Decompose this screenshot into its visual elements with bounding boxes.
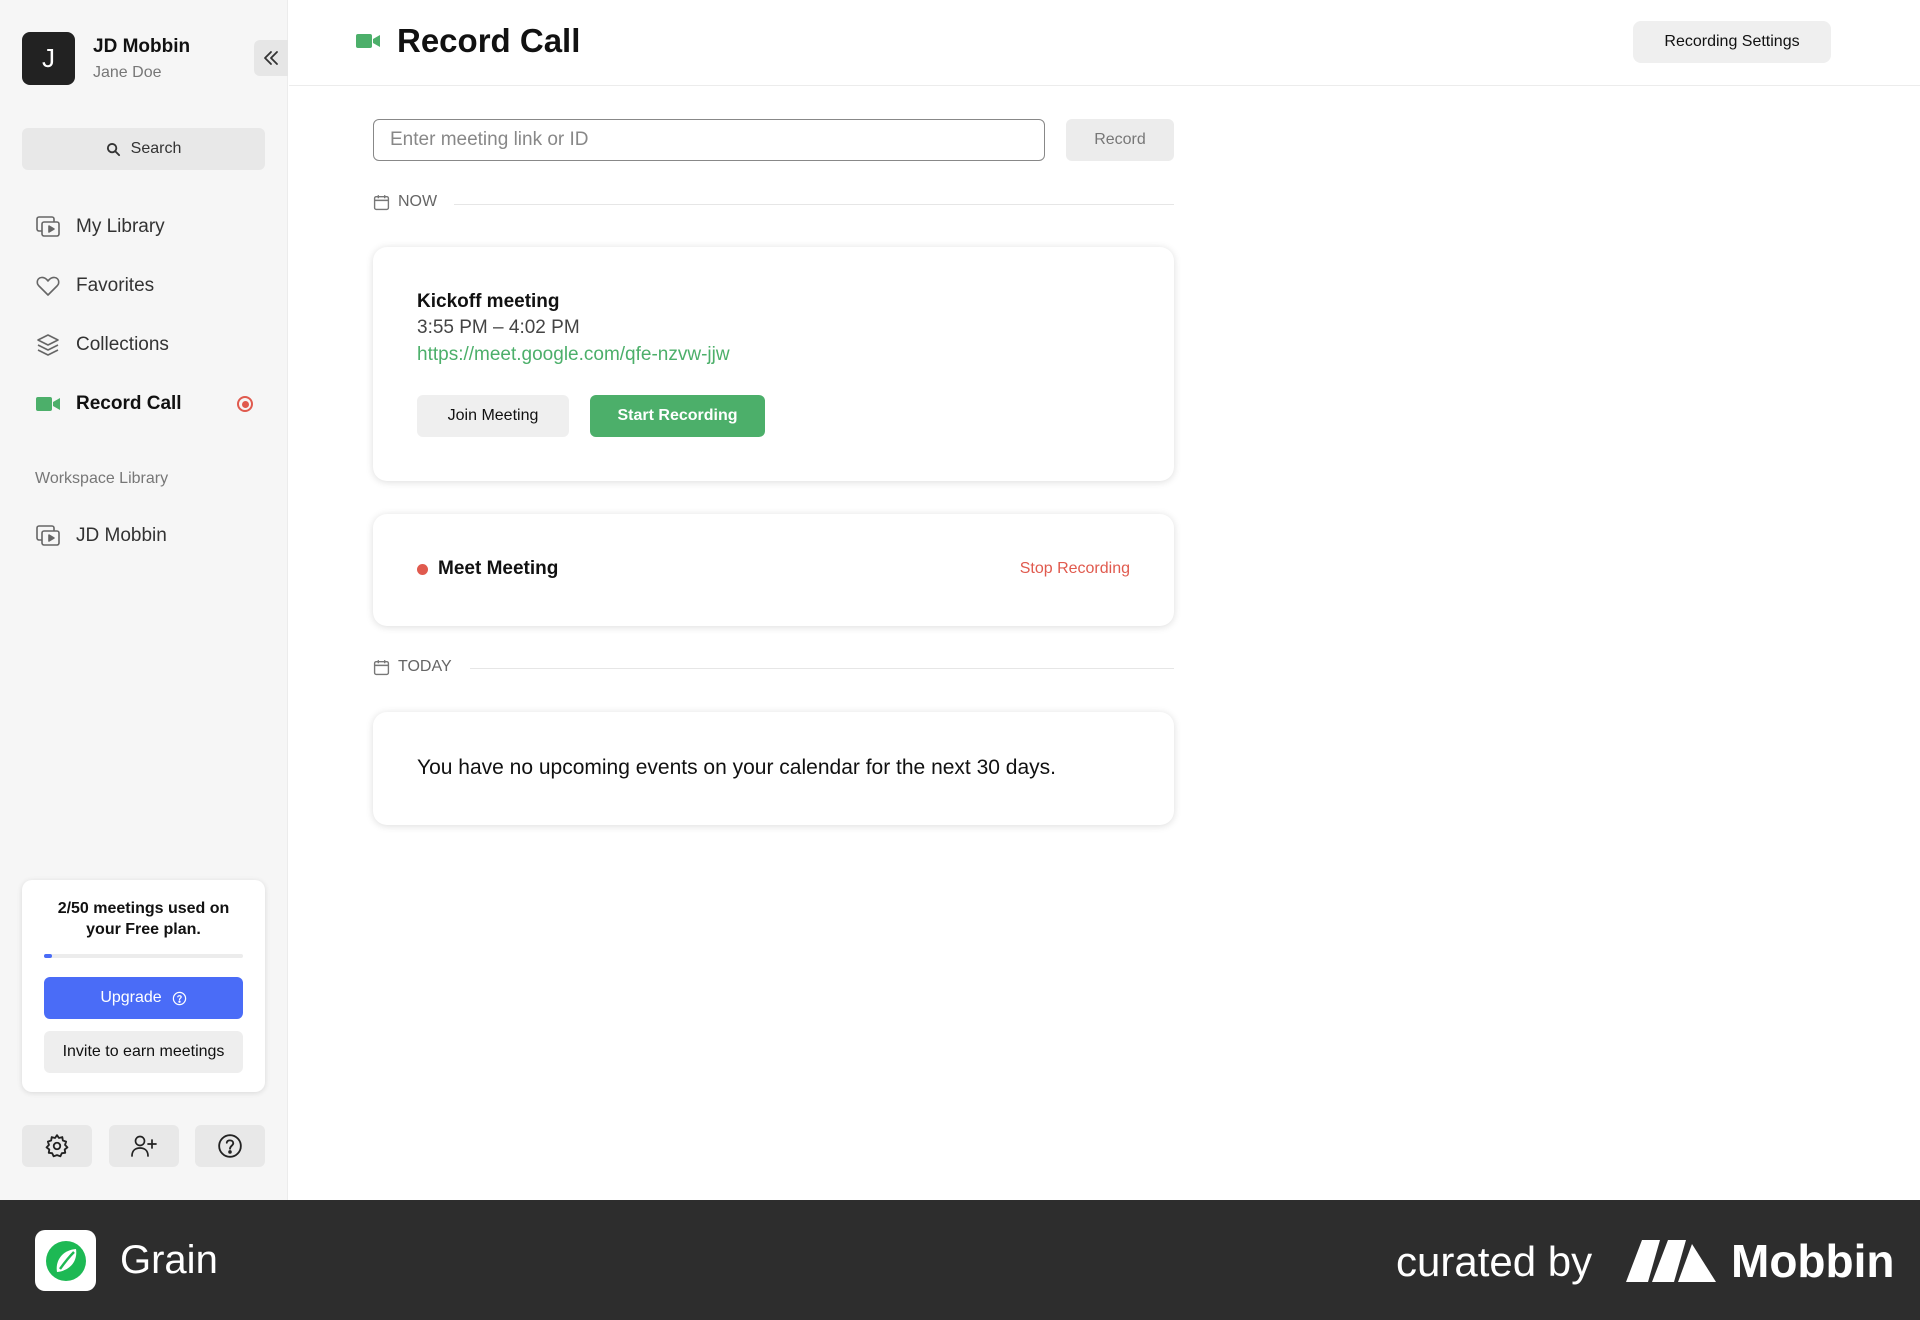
search-icon: [106, 142, 120, 156]
sidebar-item-my-library[interactable]: My Library: [22, 197, 265, 256]
sidebar-footer-actions: [22, 1125, 265, 1167]
sidebar-item-label: Record Call: [76, 392, 182, 414]
plan-usage-bar: [44, 954, 243, 958]
upgrade-button[interactable]: Upgrade: [44, 977, 243, 1019]
sidebar-item-label: My Library: [76, 215, 165, 237]
section-divider: [454, 204, 1174, 205]
layers-icon: [34, 331, 62, 359]
invite-user-button[interactable]: [108, 1125, 179, 1167]
sidebar-item-label: Favorites: [76, 274, 155, 296]
upgrade-label: Upgrade: [100, 989, 162, 1006]
start-recording-button[interactable]: Start Recording: [590, 395, 765, 437]
calendar-icon: [373, 659, 390, 675]
chevrons-left-icon: [264, 51, 278, 65]
meeting-link[interactable]: https://meet.google.com/qfe-nzvw-jjw: [417, 344, 730, 366]
sidebar-item-favorites[interactable]: Favorites: [22, 256, 265, 315]
sidebar-item-collections[interactable]: Collections: [22, 315, 265, 374]
workspace-nav: JD Mobbin: [22, 506, 265, 565]
meeting-title: Meet Meeting: [438, 558, 559, 579]
mobbin-logo: [1626, 1240, 1716, 1282]
settings-button[interactable]: [22, 1125, 92, 1167]
app-name: Grain: [120, 1238, 218, 1282]
header: Record Call Recording Settings: [289, 0, 1920, 86]
recording-dot-icon: [417, 564, 428, 575]
sidebar-item-record-call[interactable]: Record Call: [22, 374, 265, 433]
footer-banner: Grain curated by Mobbin: [0, 1200, 1920, 1320]
empty-calendar-card: You have no upcoming events on your cale…: [373, 712, 1174, 825]
search-button[interactable]: Search: [22, 128, 265, 170]
workspace-library-heading: Workspace Library: [35, 470, 169, 487]
join-meeting-button[interactable]: Join Meeting: [417, 395, 569, 437]
profile-subtitle: Jane Doe: [93, 63, 162, 81]
recording-settings-button[interactable]: Recording Settings: [1633, 21, 1831, 63]
search-label: Search: [130, 140, 182, 157]
kickoff-meeting-card: Kickoff meeting 3:55 PM – 4:02 PM https:…: [373, 247, 1174, 481]
library-icon: [34, 213, 62, 241]
library-icon: [34, 522, 62, 550]
stop-recording-button[interactable]: Stop Recording: [1020, 560, 1130, 578]
help-circle-icon: [172, 991, 186, 1005]
calendar-icon: [373, 194, 390, 210]
plan-usage-text: 2/50 meetings used on your Free plan.: [57, 900, 230, 938]
gear-icon: [45, 1134, 69, 1158]
meeting-time: 3:55 PM – 4:02 PM: [417, 317, 580, 338]
record-button[interactable]: Record: [1066, 119, 1174, 161]
user-plus-icon: [130, 1135, 157, 1157]
collapse-sidebar-button[interactable]: [254, 40, 288, 76]
mobbin-wordmark: Mobbin: [1731, 1235, 1895, 1287]
video-camera-icon: [356, 34, 380, 48]
video-camera-icon: [34, 390, 62, 418]
plan-usage-card: 2/50 meetings used on your Free plan. Up…: [22, 880, 265, 1092]
sidebar-item-workspace-jd-mobbin[interactable]: JD Mobbin: [22, 506, 265, 565]
sidebar-item-label: JD Mobbin: [76, 524, 167, 546]
section-now-heading: NOW: [373, 193, 437, 211]
active-recording-card: Meet Meeting Stop Recording: [373, 514, 1174, 626]
sidebar: J JD Mobbin Jane Doe Search My Library F…: [0, 0, 288, 1200]
profile-name: JD Mobbin: [93, 35, 191, 57]
help-circle-icon: [218, 1134, 242, 1158]
section-today-heading: TODAY: [373, 658, 452, 676]
heart-icon: [34, 272, 62, 300]
page-title: Record Call: [355, 22, 580, 60]
invite-button[interactable]: Invite to earn meetings: [44, 1031, 243, 1073]
section-divider: [470, 668, 1174, 669]
plan-usage-bar-fill: [44, 954, 52, 958]
meeting-link-input[interactable]: [373, 119, 1045, 161]
grain-logo: [35, 1230, 96, 1291]
meeting-title: Kickoff meeting: [417, 291, 560, 312]
recording-indicator-icon: [237, 396, 253, 412]
profile-switcher[interactable]: J JD Mobbin Jane Doe: [22, 32, 190, 85]
sidebar-nav: My Library Favorites Collections Record …: [22, 197, 265, 433]
empty-calendar-message: You have no upcoming events on your cale…: [417, 756, 1056, 779]
page-title-text: Record Call: [397, 22, 581, 59]
help-button[interactable]: [195, 1125, 265, 1167]
curated-by-label: curated by: [1396, 1238, 1593, 1285]
sidebar-item-label: Collections: [76, 333, 169, 355]
avatar: J: [22, 32, 75, 85]
